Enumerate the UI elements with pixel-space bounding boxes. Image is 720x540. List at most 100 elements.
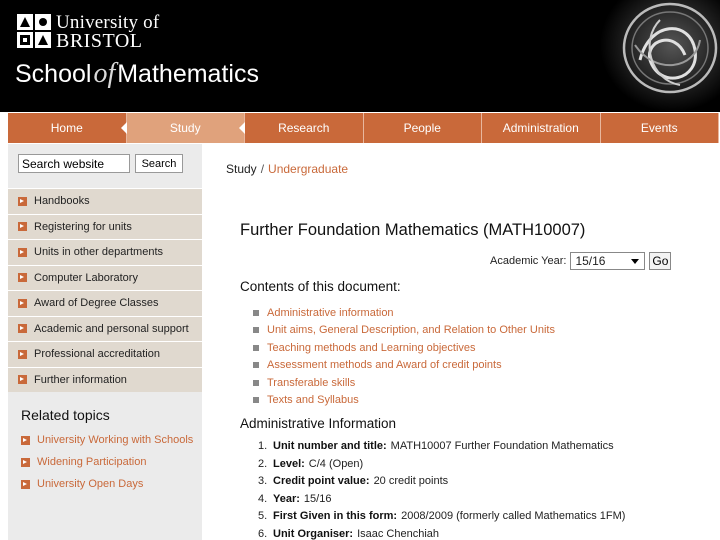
search-input[interactable] <box>18 154 130 173</box>
nav-item-label: Events <box>640 121 678 135</box>
contents-link-texts-and-syllabus[interactable]: Texts and Syllabus <box>253 392 555 410</box>
sidebar-item-further-information[interactable]: Further information <box>8 366 202 392</box>
sidebar-item-registering-for-units[interactable]: Registering for units <box>8 213 202 239</box>
arrow-bullet-icon <box>18 273 27 283</box>
contents-link-administrative-information[interactable]: Administrative information <box>253 304 555 322</box>
go-button[interactable]: Go <box>649 252 672 270</box>
school-title-post: Mathematics <box>117 60 259 88</box>
sidebar-item-label: Registering for units <box>34 220 132 233</box>
arrow-bullet-icon <box>21 480 30 489</box>
breadcrumb-undergraduate[interactable]: Undergraduate <box>268 162 348 176</box>
admin-item-number: 3. <box>258 475 268 487</box>
nav-item-home[interactable]: Home <box>8 113 127 143</box>
square-bullet-icon <box>253 309 259 316</box>
sidebar-item-academic-support[interactable]: Academic and personal support <box>8 315 202 341</box>
related-link-label: University Open Days <box>37 478 144 490</box>
square-bullet-icon <box>253 397 259 404</box>
school-title: SchoolofMathematics <box>15 58 259 90</box>
admin-item-number: 6. <box>258 527 268 540</box>
nav-item-study[interactable]: Study <box>126 113 245 143</box>
nav-item-label: Administration <box>502 121 579 135</box>
admin-item-number: 4. <box>258 492 268 505</box>
sidebar-menu: Handbooks Registering for units Units in… <box>8 188 202 392</box>
arrow-bullet-icon <box>18 247 27 257</box>
search-form: Search <box>18 154 183 173</box>
university-name: University of BRISTOL <box>56 13 159 51</box>
university-crest-logo[interactable] <box>16 13 52 49</box>
nav-item-administration[interactable]: Administration <box>482 113 601 143</box>
sidebar-item-label: Further information <box>34 373 127 386</box>
admin-item-value: 2008/2009 (formerly called Mathematics 1… <box>401 510 626 522</box>
related-link-widening-participation[interactable]: Widening Participation <box>21 456 196 469</box>
nav-item-people[interactable]: People <box>363 113 482 143</box>
contents-link-label: Administrative information <box>267 306 394 319</box>
sidebar: Search Handbooks Registering for units U… <box>8 144 202 540</box>
school-title-of: of <box>93 58 116 89</box>
nav-item-label: Study <box>169 121 201 135</box>
admin-item-value: 20 credit points <box>373 475 449 487</box>
related-topics-list: University Working with Schools Widening… <box>21 434 196 500</box>
admin-item-label: First Given in this form: <box>273 510 398 522</box>
sidebar-item-label: Handbooks <box>34 195 90 208</box>
contents-link-label: Teaching methods and Learning objectives <box>267 341 476 354</box>
nav-item-research[interactable]: Research <box>245 113 364 143</box>
contents-heading: Contents of this document: <box>240 279 401 294</box>
nav-item-events[interactable]: Events <box>600 113 719 143</box>
admin-item: 6. Unit Organiser: Isaac Chenchiah <box>258 528 625 540</box>
academic-year-label: Academic Year: <box>490 255 567 267</box>
sidebar-item-computer-laboratory[interactable]: Computer Laboratory <box>8 264 202 290</box>
sidebar-item-handbooks[interactable]: Handbooks <box>8 188 202 214</box>
related-link-university-working-with-schools[interactable]: University Working with Schools <box>21 434 196 447</box>
arrow-bullet-icon <box>21 436 30 445</box>
contents-link-label: Transferable skills <box>267 376 356 389</box>
square-bullet-icon <box>253 362 259 369</box>
contents-link-assessment-methods[interactable]: Assessment methods and Award of credit p… <box>253 357 555 375</box>
nav-item-label: Research <box>278 121 330 135</box>
admin-item: 4. Year: 15/16 <box>258 493 625 511</box>
admin-item-label: Unit number and title: <box>273 440 387 452</box>
contents-link-teaching-methods[interactable]: Teaching methods and Learning objectives <box>253 339 555 357</box>
related-link-open-days[interactable]: University Open Days <box>21 478 196 491</box>
sidebar-item-units-other-departments[interactable]: Units in other departments <box>8 239 202 265</box>
nav-item-label: Home <box>50 121 83 135</box>
search-button[interactable]: Search <box>135 154 183 173</box>
sidebar-item-professional-accreditation[interactable]: Professional accreditation <box>8 341 202 367</box>
sidebar-item-award-of-degree-classes[interactable]: Award of Degree Classes <box>8 290 202 316</box>
sidebar-item-label: Computer Laboratory <box>34 271 138 284</box>
square-bullet-icon <box>253 344 259 351</box>
breadcrumb-study[interactable]: Study <box>226 162 257 176</box>
contents-link-label: Assessment methods and Award of credit p… <box>267 359 502 372</box>
sidebar-item-label: Award of Degree Classes <box>34 297 159 310</box>
arrow-bullet-icon <box>18 298 27 308</box>
admin-item-value: MATH10007 Further Foundation Mathematics <box>390 440 614 452</box>
contents-link-unit-aims[interactable]: Unit aims, General Description, and Rela… <box>253 322 555 340</box>
contents-link-transferable-skills[interactable]: Transferable skills <box>253 374 555 392</box>
admin-item-number: 5. <box>258 510 268 522</box>
admin-item-value: 15/16 <box>303 492 332 505</box>
admin-item: 2. Level: C/4 (Open) <box>258 458 625 476</box>
arrow-bullet-icon <box>21 458 30 467</box>
administrative-information-heading: Administrative Information <box>240 416 397 431</box>
square-bullet-icon <box>253 379 259 386</box>
knot-artwork-image <box>600 0 720 112</box>
admin-item-label: Unit Organiser: <box>273 527 354 540</box>
school-title-pre: School <box>15 60 92 88</box>
related-link-label: Widening Participation <box>37 456 147 468</box>
contents-link-label: Texts and Syllabus <box>267 394 359 407</box>
sidebar-item-label: Professional accreditation <box>34 348 160 361</box>
arrow-bullet-icon <box>18 375 27 385</box>
administrative-information-list: 1. Unit number and title: MATH10007 Furt… <box>258 440 625 540</box>
academic-year-select[interactable]: 15/16 <box>570 252 646 270</box>
nav-item-label: People <box>403 121 441 135</box>
arrow-bullet-icon <box>18 349 27 359</box>
arrow-bullet-icon <box>18 222 27 232</box>
admin-item: 3. Credit point value: 20 credit points <box>258 475 625 493</box>
admin-item-value: C/4 (Open) <box>308 457 364 470</box>
chevron-down-icon <box>631 259 640 264</box>
admin-item-label: Credit point value: <box>273 475 370 487</box>
breadcrumb-separator: / <box>260 162 265 176</box>
sidebar-item-label: Academic and personal support <box>34 322 189 335</box>
admin-item: 1. Unit number and title: MATH10007 Furt… <box>258 440 625 458</box>
contents-list: Administrative information Unit aims, Ge… <box>253 304 555 409</box>
admin-item-value[interactable]: Isaac Chenchiah <box>357 528 439 540</box>
